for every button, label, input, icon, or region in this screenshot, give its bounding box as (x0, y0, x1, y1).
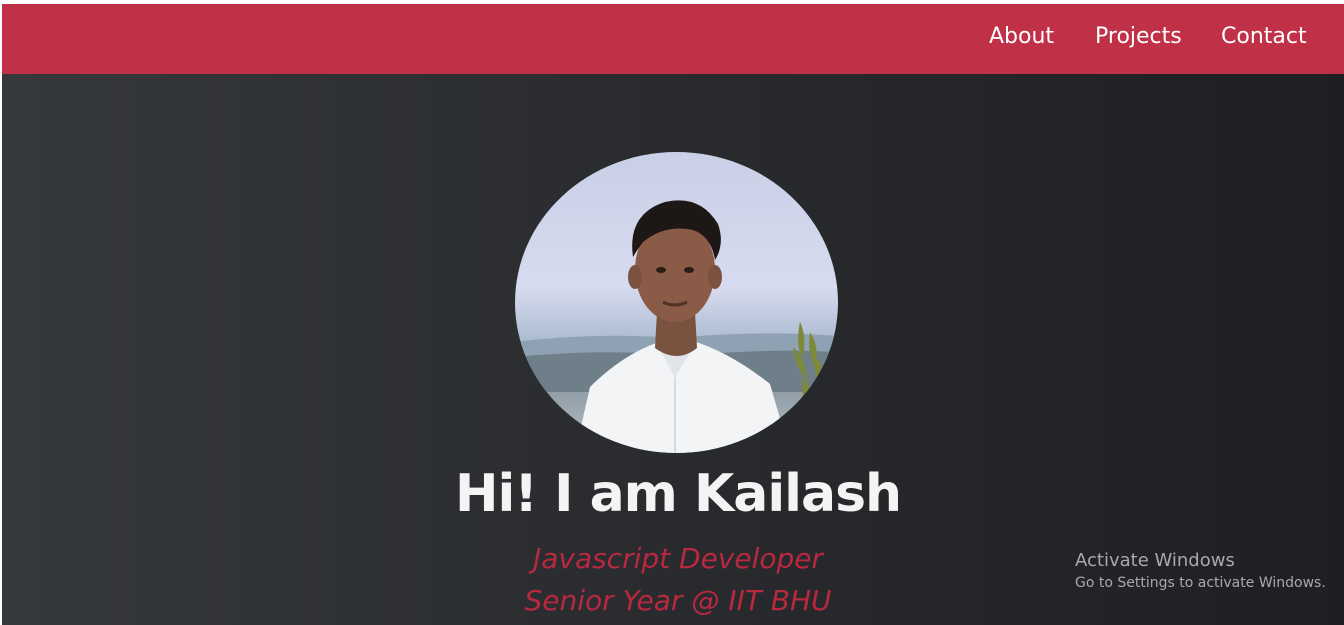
navbar: About Projects Contact (2, 4, 1344, 74)
watermark-title: Activate Windows (1075, 550, 1235, 571)
nav-link-contact[interactable]: Contact (1221, 24, 1307, 49)
page: About Projects Contact Hi! I am Kailash … (2, 4, 1344, 625)
nav-link-projects[interactable]: Projects (1095, 24, 1182, 49)
activate-windows-watermark: Activate Windows Go to Settings to activ… (1075, 550, 1326, 591)
hero-section: Hi! I am Kailash Javascript Developer Se… (2, 74, 1344, 625)
watermark-subtitle: Go to Settings to activate Windows. (1075, 575, 1326, 591)
nav-link-about[interactable]: About (989, 24, 1054, 49)
profile-photo-illustration (515, 200, 838, 453)
hero-headline: Hi! I am Kailash (454, 464, 902, 524)
profile-photo (515, 152, 838, 453)
